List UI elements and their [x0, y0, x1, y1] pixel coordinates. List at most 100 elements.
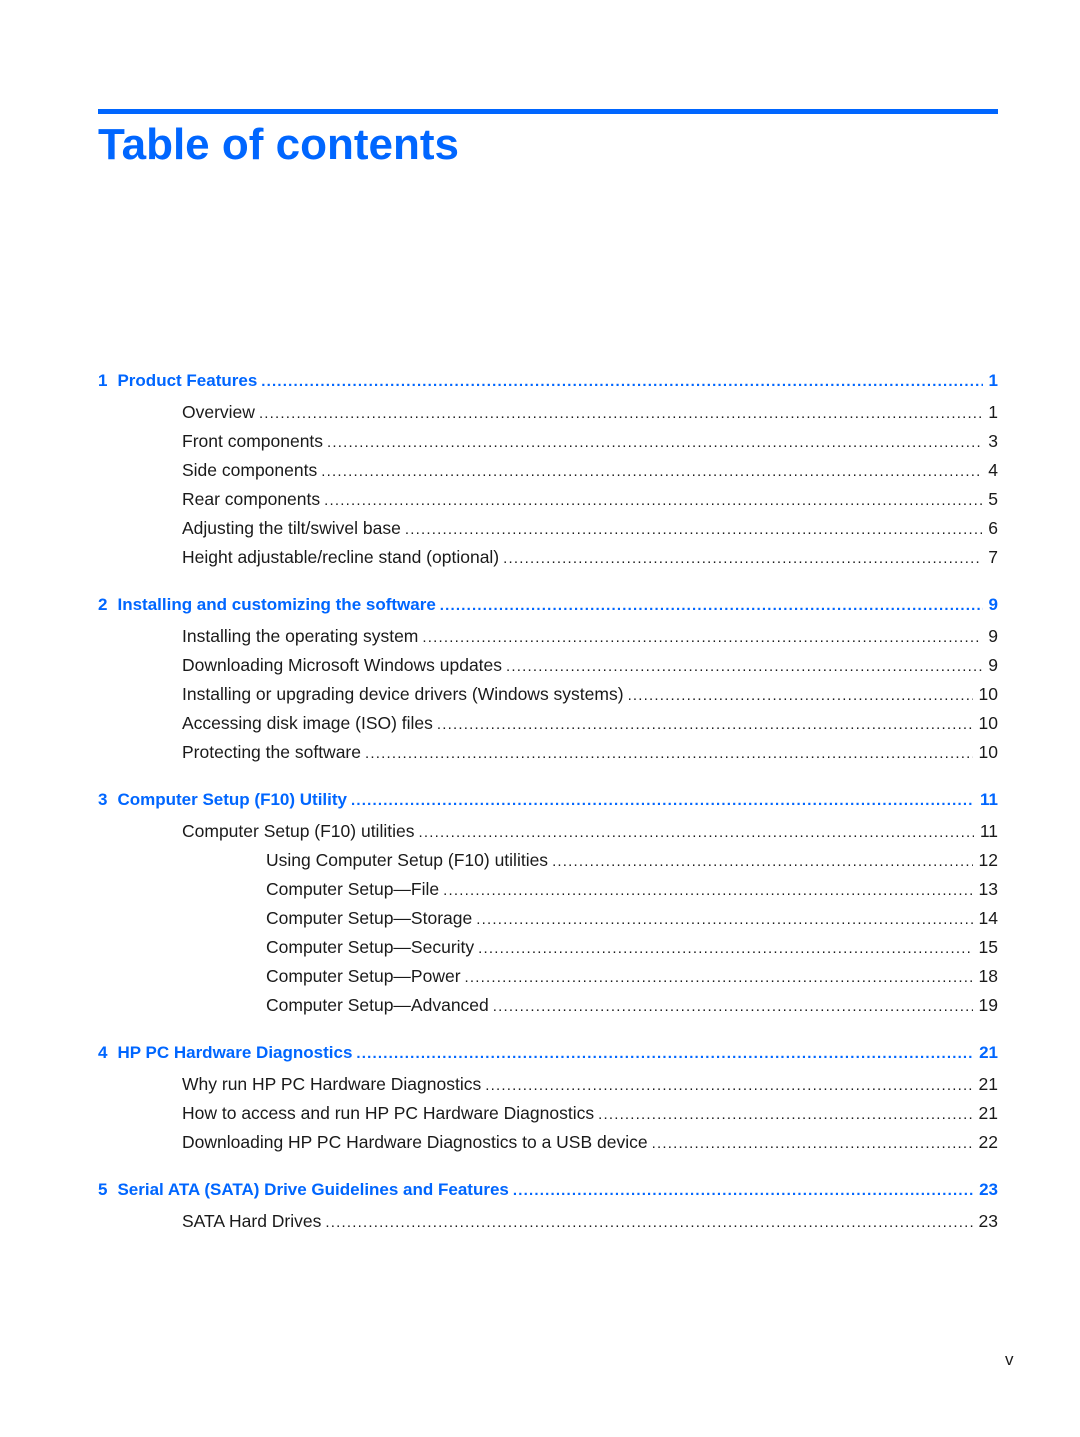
- entry-title: Using Computer Setup (F10) utilities: [266, 850, 549, 870]
- toc-subentry[interactable]: Computer Setup—Security 15: [98, 937, 998, 966]
- entry-page: 4: [988, 460, 998, 480]
- toc-subentry[interactable]: Using Computer Setup (F10) utilities 12: [98, 850, 998, 879]
- dot-leader: [365, 745, 973, 762]
- entry-page: 12: [978, 850, 998, 870]
- toc-chapter-link[interactable]: 5 Serial ATA (SATA) Drive Guidelines and…: [98, 1180, 998, 1211]
- dot-leader: [506, 658, 982, 675]
- entry-page: 21: [978, 1074, 998, 1094]
- entry-title: Side components: [182, 460, 318, 480]
- dot-leader: [324, 492, 982, 509]
- toc-entry[interactable]: Front components 3: [98, 431, 998, 460]
- dot-leader: [405, 521, 982, 538]
- entry-title: Protecting the software: [182, 742, 361, 762]
- entry-page: 10: [978, 684, 998, 704]
- dot-leader: [259, 405, 982, 422]
- toc-chapter: 5 Serial ATA (SATA) Drive Guidelines and…: [98, 1180, 998, 1240]
- chapter-page: 9: [988, 595, 998, 614]
- chapter-number: 3: [98, 790, 108, 809]
- chapter-title: Computer Setup (F10) Utility: [117, 790, 347, 809]
- dot-leader: [493, 998, 973, 1015]
- entry-title: Computer Setup—File: [266, 879, 440, 899]
- dot-leader: [476, 911, 972, 928]
- dot-leader: [418, 824, 973, 841]
- dot-leader: [325, 1214, 972, 1231]
- dot-leader: [443, 882, 972, 899]
- entry-page: 14: [978, 908, 998, 928]
- toc-chapter-link[interactable]: 2 Installing and customizing the softwar…: [98, 595, 998, 626]
- dot-leader: [440, 597, 983, 614]
- toc-entry[interactable]: Installing the operating system 9: [98, 626, 998, 655]
- entry-page: 3: [988, 431, 998, 451]
- dot-leader: [321, 463, 982, 480]
- entry-page: 21: [978, 1103, 998, 1123]
- entry-page: 1: [988, 402, 998, 422]
- dot-leader: [356, 1045, 973, 1062]
- toc-entry[interactable]: Overview 1: [98, 402, 998, 431]
- toc-subentry[interactable]: Computer Setup—File 13: [98, 879, 998, 908]
- toc-subentry[interactable]: Computer Setup—Storage 14: [98, 908, 998, 937]
- entry-page: 18: [978, 966, 998, 986]
- title-rule: [98, 109, 998, 114]
- entry-page: 9: [988, 626, 998, 646]
- toc-entry[interactable]: Downloading HP PC Hardware Diagnostics t…: [98, 1132, 998, 1161]
- entry-page: 23: [978, 1211, 998, 1231]
- entry-title: Computer Setup—Storage: [266, 908, 473, 928]
- chapter-title: Serial ATA (SATA) Drive Guidelines and F…: [117, 1180, 509, 1199]
- dot-leader: [503, 550, 982, 567]
- toc-entry[interactable]: Downloading Microsoft Windows updates 9: [98, 655, 998, 684]
- dot-leader: [485, 1077, 972, 1094]
- entry-page: 13: [978, 879, 998, 899]
- dot-leader: [478, 940, 972, 957]
- toc-entry[interactable]: How to access and run HP PC Hardware Dia…: [98, 1103, 998, 1132]
- dot-leader: [327, 434, 982, 451]
- toc-subentry[interactable]: Computer Setup—Advanced 19: [98, 995, 998, 1024]
- chapter-number: 5: [98, 1180, 108, 1199]
- chapter-number: 4: [98, 1043, 108, 1062]
- table-of-contents: 1 Product Features 1 Overview 1 Front com…: [98, 371, 998, 1259]
- entry-title: Computer Setup (F10) utilities: [182, 821, 415, 841]
- entry-title: Front components: [182, 431, 324, 451]
- chapter-title: Product Features: [117, 371, 258, 390]
- toc-chapter: 1 Product Features 1 Overview 1 Front com…: [98, 371, 998, 576]
- toc-subentry[interactable]: Computer Setup—Power 18: [98, 966, 998, 995]
- toc-chapter-link[interactable]: 4 HP PC Hardware Diagnostics 21: [98, 1043, 998, 1074]
- toc-entry[interactable]: Adjusting the tilt/swivel base 6: [98, 518, 998, 547]
- dot-leader: [422, 629, 982, 646]
- toc-chapter: 4 HP PC Hardware Diagnostics 21 Why run …: [98, 1043, 998, 1161]
- entry-title: Accessing disk image (ISO) files: [182, 713, 433, 733]
- toc-entry[interactable]: Why run HP PC Hardware Diagnostics 21: [98, 1074, 998, 1103]
- dot-leader: [652, 1135, 973, 1152]
- toc-chapter: 3 Computer Setup (F10) Utility 11 Comput…: [98, 790, 998, 1024]
- page-number: v: [1005, 1350, 1014, 1369]
- entry-page: 10: [978, 713, 998, 733]
- entry-title: Overview: [182, 402, 255, 422]
- toc-entry[interactable]: Height adjustable/recline stand (optiona…: [98, 547, 998, 576]
- chapter-page: 11: [980, 790, 998, 809]
- dot-leader: [598, 1106, 972, 1123]
- toc-chapter-link[interactable]: 3 Computer Setup (F10) Utility 11: [98, 790, 998, 821]
- toc-chapter-link[interactable]: 1 Product Features 1: [98, 371, 998, 402]
- entry-page: 7: [988, 547, 998, 567]
- toc-entry[interactable]: Side components 4: [98, 460, 998, 489]
- toc-entry[interactable]: Protecting the software 10: [98, 742, 998, 771]
- dot-leader: [437, 716, 973, 733]
- entry-title: Computer Setup—Advanced: [266, 995, 489, 1015]
- entry-title: Adjusting the tilt/swivel base: [182, 518, 401, 538]
- chapter-title: Installing and customizing the software: [117, 595, 436, 614]
- toc-entry[interactable]: Accessing disk image (ISO) files 10: [98, 713, 998, 742]
- toc-entry[interactable]: Computer Setup (F10) utilities 11: [98, 821, 998, 850]
- entry-title: Why run HP PC Hardware Diagnostics: [182, 1074, 482, 1094]
- entry-title: Downloading Microsoft Windows updates: [182, 655, 503, 675]
- chapter-title: HP PC Hardware Diagnostics: [117, 1043, 353, 1062]
- toc-entry[interactable]: Installing or upgrading device drivers (…: [98, 684, 998, 713]
- chapter-page: 1: [988, 371, 998, 390]
- toc-entry[interactable]: SATA Hard Drives 23: [98, 1211, 998, 1240]
- chapter-page: 21: [979, 1043, 998, 1062]
- entry-title: Height adjustable/recline stand (optiona…: [182, 547, 500, 567]
- dot-leader: [261, 373, 982, 390]
- page-title: Table of contents: [98, 120, 459, 169]
- entry-page: 5: [988, 489, 998, 509]
- entry-title: Installing the operating system: [182, 626, 419, 646]
- chapter-page: 23: [979, 1180, 998, 1199]
- toc-entry[interactable]: Rear components 5: [98, 489, 998, 518]
